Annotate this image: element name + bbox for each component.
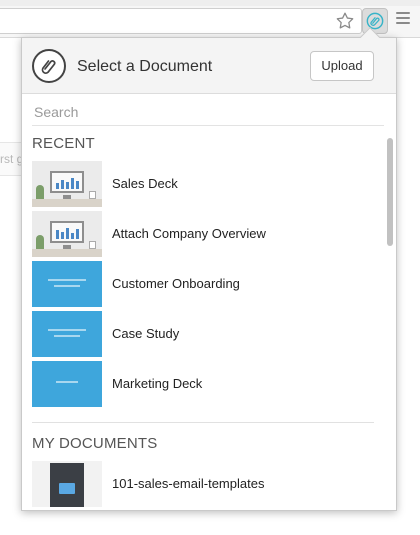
document-thumbnail	[32, 461, 102, 507]
popup-header: Select a Document Upload	[22, 38, 396, 94]
upload-button[interactable]: Upload	[310, 51, 374, 81]
document-name: Sales Deck	[112, 176, 178, 191]
document-thumbnail	[32, 211, 102, 257]
address-bar[interactable]	[0, 8, 362, 34]
scrollbar-thumb[interactable]	[387, 138, 393, 246]
scrollbar[interactable]	[387, 98, 393, 506]
list-item[interactable]: 101-sales-email-templates	[32, 461, 372, 507]
section-divider	[32, 422, 374, 423]
logo	[32, 49, 66, 83]
section-title-recent: RECENT	[32, 135, 95, 152]
list-item[interactable]: Sales Deck	[32, 161, 372, 207]
star-icon[interactable]	[334, 10, 356, 32]
tab-strip	[0, 0, 420, 6]
document-picker-popup: Select a Document Upload RECENT Sales De…	[21, 37, 397, 511]
document-thumbnail	[32, 311, 102, 357]
list-item[interactable]: Customer Onboarding	[32, 261, 372, 307]
browser-toolbar	[0, 0, 420, 38]
document-thumbnail	[32, 361, 102, 407]
document-name: Marketing Deck	[112, 376, 203, 391]
paperclip-icon	[41, 60, 56, 74]
background-page-text: rst g	[0, 152, 24, 166]
document-name: Case Study	[112, 326, 180, 341]
popup-title: Select a Document	[77, 58, 213, 75]
document-name: 101-sales-email-templates	[112, 476, 265, 491]
document-name: Customer Onboarding	[112, 276, 240, 291]
document-thumbnail	[32, 161, 102, 207]
search-input[interactable]	[32, 98, 384, 126]
document-name: Attach Company Overview	[112, 226, 266, 241]
list-item[interactable]: Case Study	[32, 311, 372, 357]
list-item[interactable]: Marketing Deck	[32, 361, 372, 407]
list-item[interactable]: Attach Company Overview	[32, 211, 372, 257]
menu-icon[interactable]	[396, 12, 410, 28]
document-thumbnail	[32, 261, 102, 307]
section-title-my-documents: MY DOCUMENTS	[32, 435, 158, 452]
